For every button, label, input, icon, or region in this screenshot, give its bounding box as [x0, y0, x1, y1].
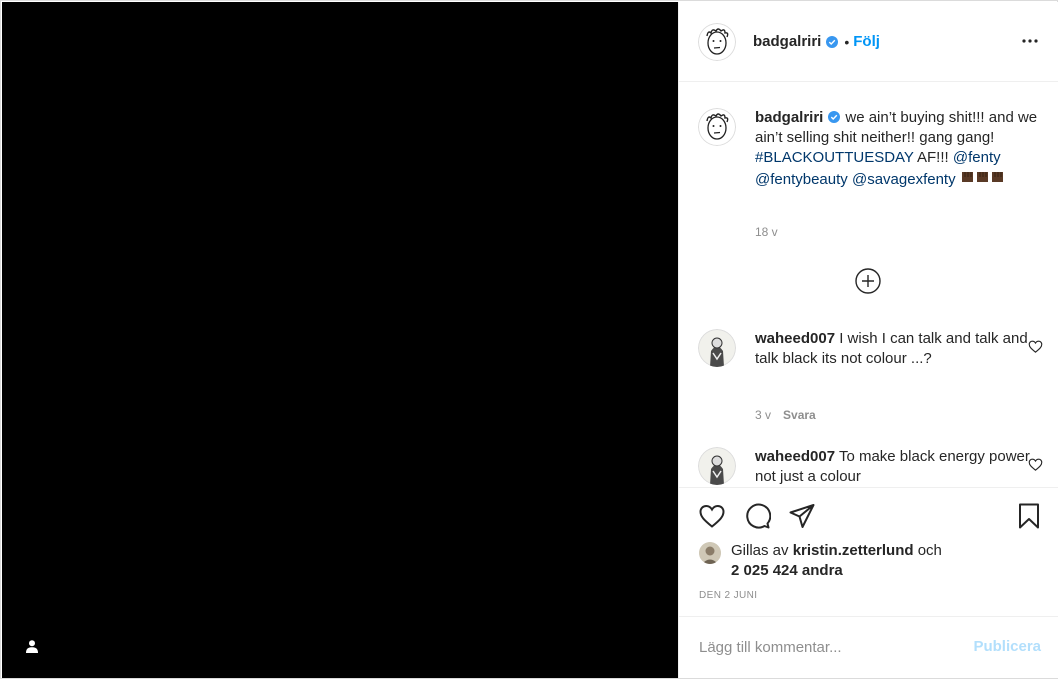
reply-button[interactable]: Svara [783, 408, 816, 422]
liker-username[interactable]: kristin.zetterlund [793, 542, 914, 559]
caption-age: 18 v [755, 225, 778, 239]
avatar[interactable] [698, 22, 736, 61]
like-comment-heart-icon[interactable] [1028, 339, 1043, 354]
post-header: badgalriri • Följ [679, 2, 1058, 82]
comments-list[interactable]: badgalriri we ain’t buying shit!!! and we… [679, 83, 1058, 487]
comment-text: waheed007 I wish I can talk and talk and… [755, 329, 1045, 369]
verified-badge-icon [826, 35, 839, 48]
post-actions: Gillas av kristin.zetterlund och 2 025 4… [679, 487, 1058, 615]
avatar[interactable] [698, 329, 736, 367]
comment-input[interactable] [699, 639, 949, 656]
caption: badgalriri we ain’t buying shit!!! and we… [698, 108, 1043, 248]
hashtag-link[interactable]: #BLACKOUTTUESDAY [755, 149, 914, 166]
caption-username[interactable]: badgalriri [755, 109, 823, 126]
comment-text: waheed007 To make black energy power not… [755, 447, 1045, 487]
raised-fist-emoji [960, 168, 1008, 192]
likes-middle: och [913, 542, 942, 559]
share-send-icon[interactable] [788, 502, 816, 530]
likes-prefix: Gillas av [731, 542, 793, 559]
caption-text: badgalriri we ain’t buying shit!!! and we… [755, 108, 1045, 192]
like-comment-heart-icon[interactable] [1028, 457, 1043, 472]
mention-link[interactable]: @fentybeauty [755, 171, 848, 188]
load-more-comments-icon[interactable] [854, 267, 882, 295]
verified-badge-icon [828, 111, 841, 123]
post-side-panel: badgalriri • Följ badgalriri we ain’t bu… [678, 2, 1058, 678]
comment-age: 3 v [755, 408, 772, 422]
avatar[interactable] [699, 542, 721, 564]
avatar[interactable] [698, 447, 736, 485]
post-image[interactable] [2, 2, 678, 678]
comment-item: waheed007 I wish I can talk and talk and… [698, 329, 1043, 429]
comment-username[interactable]: waheed007 [755, 330, 835, 347]
more-horizontal-icon[interactable] [1021, 34, 1039, 48]
caption-body-2: AF!!! [913, 149, 953, 166]
likes-text: Gillas av kristin.zetterlund och 2 025 4… [731, 541, 1031, 581]
comment-username[interactable]: waheed007 [755, 448, 835, 465]
comment-composer: Publicera [679, 616, 1058, 678]
comment-meta: 3 v Svara [755, 408, 816, 422]
tagged-users-button[interactable] [22, 636, 42, 656]
comment-item: waheed007 To make black energy power not… [698, 447, 1043, 487]
avatar[interactable] [698, 108, 736, 146]
publish-button[interactable]: Publicera [973, 638, 1041, 655]
mention-link[interactable]: @savagexfenty [852, 171, 956, 188]
save-bookmark-icon[interactable] [1015, 502, 1043, 530]
like-heart-icon[interactable] [698, 502, 726, 530]
likes-count[interactable]: 2 025 424 andra [731, 562, 843, 579]
separator-dot: • [844, 33, 850, 50]
follow-button[interactable]: Följ [853, 33, 880, 50]
mention-link[interactable]: @fenty [953, 149, 1001, 166]
comment-bubble-icon[interactable] [743, 502, 771, 530]
post-username[interactable]: badgalriri [753, 33, 821, 50]
post-dialog: badgalriri • Följ badgalriri we ain’t bu… [0, 0, 1058, 679]
post-date: DEN 2 JUNI [699, 590, 758, 601]
user-icon [26, 639, 38, 653]
